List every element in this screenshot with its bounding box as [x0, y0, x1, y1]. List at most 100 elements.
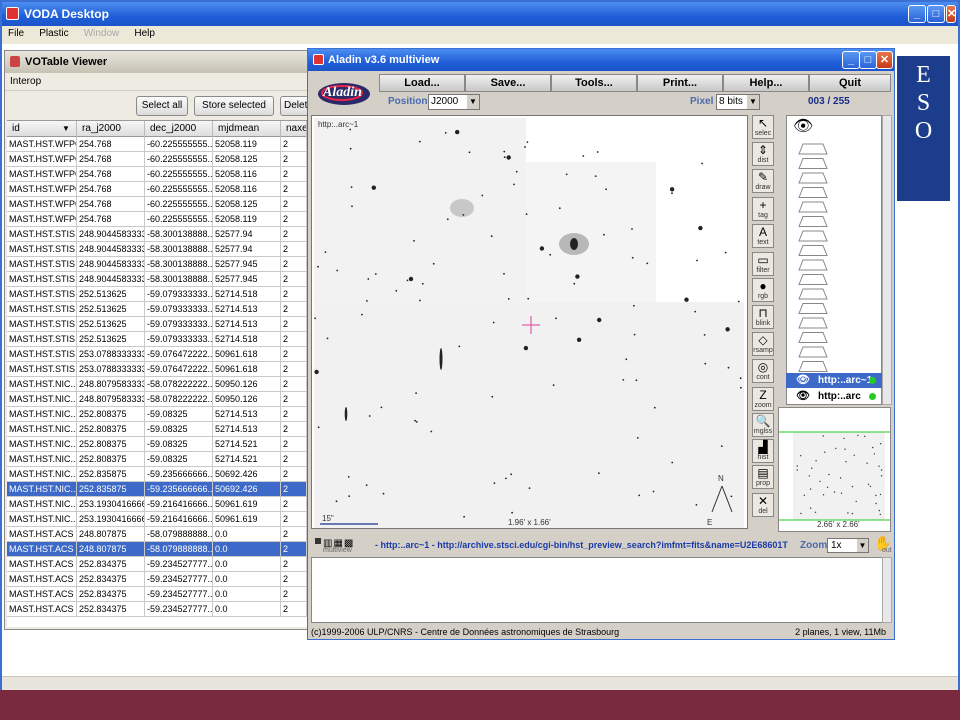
menu-plastic[interactable]: Plastic: [33, 26, 74, 41]
pixel-depth-select[interactable]: 8 bits ▼: [716, 94, 760, 110]
table-row[interactable]: MAST.HST.STIS 248.90445833333 -58.30013888…: [7, 257, 307, 272]
table-row[interactable]: MAST.HST.NIC... 252.808375 -59.08325 52714.…: [7, 452, 307, 467]
table-row[interactable]: MAST.HST.STIS 248.90445833333 -58.30013888…: [7, 227, 307, 242]
aladin-maximize-button[interactable]: □: [859, 51, 877, 69]
zoom-select[interactable]: 1x ▼: [827, 538, 869, 553]
url-bar: ▥▦▩ multiview - http:..arc~1 - http://ar…: [311, 535, 894, 554]
store-selected-button[interactable]: Store selected: [194, 96, 274, 116]
table-row[interactable]: MAST.HST.WFPC2254.768-60.225555555...520…: [7, 182, 307, 197]
table-row[interactable]: MAST.HST.STIS 248.90445833333 -58.30013888…: [7, 272, 307, 287]
menu-help[interactable]: Help: [128, 26, 161, 41]
tool-rgb[interactable]: ● rgb: [752, 278, 774, 302]
tool-blink[interactable]: ⊓ blink: [752, 305, 774, 329]
select-all-button[interactable]: Select all: [136, 96, 188, 116]
tool-draw[interactable]: ✎ draw: [752, 169, 774, 193]
console-scrollbar[interactable]: [882, 557, 892, 623]
tool-selec[interactable]: ↖ selec: [752, 115, 774, 139]
aladin-close-button[interactable]: ✕: [876, 51, 893, 69]
out-label: out: [882, 547, 892, 554]
table-row[interactable]: MAST.HST.NIC... 252.808375 -59.08325 52714.…: [7, 422, 307, 437]
tool-text[interactable]: Atext: [752, 224, 774, 248]
sky-image-view[interactable]: http:..arc~1 15" 1.96' x 1.66' N E: [311, 115, 748, 529]
table-cell: 50961.618: [213, 362, 281, 377]
table-row[interactable]: MAST.HST.STIS 252.513625 -59.079333333... 5…: [7, 332, 307, 347]
tool-dist[interactable]: ⇕ dist: [752, 142, 774, 166]
table-cell: 254.768: [77, 152, 145, 167]
eye-icon[interactable]: 👁: [796, 389, 810, 404]
tool-rsamp[interactable]: ◇ rsamp: [752, 332, 774, 356]
multiview-toggle-icon[interactable]: [315, 538, 321, 544]
table-row[interactable]: MAST.HST.STIS 253.07883333333 -59.07647222…: [7, 362, 307, 377]
table-row[interactable]: MAST.HST.WFPC2254.768-60.225555555...520…: [7, 197, 307, 212]
table-row[interactable]: MAST.HST.NIC... 248.80795833333 -58.078222…: [7, 377, 307, 392]
load-button[interactable]: Load...: [379, 74, 465, 92]
frame-select[interactable]: J2000 ▼: [428, 94, 480, 110]
tool-cont[interactable]: ◎ cont: [752, 359, 774, 383]
column-header-ra[interactable]: ra_j2000: [77, 121, 145, 137]
plane-item-2[interactable]: 👁 http:..arc: [786, 389, 882, 404]
table-cell: 2: [281, 257, 307, 272]
plane-item-1[interactable]: 👁 http:..arc~1: [786, 373, 882, 388]
tool-filter[interactable]: ▭ filter: [752, 252, 774, 276]
table-row[interactable]: MAST.HST.NIC... 253.19304166667 -59.216416…: [7, 497, 307, 512]
minimize-button[interactable]: _: [908, 5, 926, 23]
tool-prop[interactable]: ▤ prop: [752, 465, 774, 489]
table-cell: 2: [281, 287, 307, 302]
table-row[interactable]: MAST.HST.WFPC2254.768-60.225555555...520…: [7, 167, 307, 182]
table-row[interactable]: MAST.HST.ACS 252.834375 -59.234527777... 0.…: [7, 557, 307, 572]
plane-stack-scrollbar[interactable]: [882, 115, 892, 405]
table-cell: MAST.HST.NIC...: [7, 437, 77, 452]
tools-button[interactable]: Tools...: [551, 74, 637, 92]
mglss-icon: 🔍: [755, 414, 771, 428]
table-row[interactable]: MAST.HST.NIC... 253.19304166667 -59.216416…: [7, 512, 307, 527]
table-row[interactable]: MAST.HST.ACS 248.807875 -58.079888888... 0.…: [7, 527, 307, 542]
eye-icon[interactable]: 👁: [796, 373, 810, 388]
tool-tag[interactable]: + tag: [752, 197, 774, 221]
table-cell: 52577.945: [213, 257, 281, 272]
table-cell: MAST.HST.WFPC2: [7, 152, 77, 167]
tool-del[interactable]: ✕ del: [752, 493, 774, 517]
quit-button[interactable]: Quit: [809, 74, 891, 92]
table-row[interactable]: MAST.HST.NIC... 252.808375 -59.08325 52714.…: [7, 437, 307, 452]
table-row[interactable]: MAST.HST.STIS 252.513625 -59.079333333... 5…: [7, 287, 307, 302]
menu-file[interactable]: File: [2, 26, 30, 41]
column-header-dec[interactable]: dec_j2000: [145, 121, 213, 137]
aladin-titlebar[interactable]: Aladin v3.6 multiview _ □ ✕: [308, 49, 894, 71]
close-button[interactable]: ✕: [946, 5, 956, 23]
table-row[interactable]: MAST.HST.ACS 252.834375 -59.234527777... 0.…: [7, 587, 307, 602]
column-header-mjdmean[interactable]: mjdmean: [213, 121, 281, 137]
table-row[interactable]: MAST.HST.ACS 252.834375 -59.234527777... 0.…: [7, 572, 307, 587]
table-row[interactable]: MAST.HST.STIS 252.513625 -59.079333333... 5…: [7, 302, 307, 317]
desktop-titlebar[interactable]: VODA Desktop _ □ ✕: [2, 2, 958, 26]
table-row[interactable]: MAST.HST.STIS 248.90445833333 -58.30013888…: [7, 242, 307, 257]
chevron-down-icon: ▼: [747, 95, 759, 109]
table-cell: -59.079333333...: [145, 317, 213, 332]
maximize-button[interactable]: □: [927, 5, 945, 23]
table-row[interactable]: MAST.HST.STIS 252.513625 -59.079333333... 5…: [7, 317, 307, 332]
delete-button[interactable]: Delete: [280, 96, 309, 116]
thumbnail-view[interactable]: 2.66' x 2.66': [778, 407, 891, 532]
votable-titlebar[interactable]: VOTable Viewer: [5, 51, 307, 73]
aladin-minimize-button[interactable]: _: [842, 51, 860, 69]
tool-mglss[interactable]: 🔍 mglss: [752, 413, 774, 437]
table-row[interactable]: MAST.HST.NIC... 252.808375 -59.08325 52714.…: [7, 407, 307, 422]
table-row[interactable]: MAST.HST.ACS 248.807875 -58.079888888... 0.…: [7, 542, 307, 557]
table-row[interactable]: MAST.HST.WFPC2254.768-60.225555555...520…: [7, 152, 307, 167]
table-row[interactable]: MAST.HST.ACS 252.834375 -59.234527777... 0.…: [7, 602, 307, 617]
table-row[interactable]: MAST.HST.WFPC2254.768-60.225555555...520…: [7, 137, 307, 152]
console-area[interactable]: [311, 557, 885, 623]
table-row[interactable]: MAST.HST.WFPC2254.768-60.225555555...520…: [7, 212, 307, 227]
tool-hist[interactable]: ▟ hist: [752, 439, 774, 463]
print-button[interactable]: Print...: [637, 74, 723, 92]
table-row[interactable]: MAST.HST.NIC... 252.835875 -59.235666666..…: [7, 482, 307, 497]
save-button[interactable]: Save...: [465, 74, 551, 92]
help-button[interactable]: Help...: [723, 74, 809, 92]
table-row[interactable]: MAST.HST.NIC... 252.835875 -59.235666666..…: [7, 467, 307, 482]
column-header-naxes[interactable]: naxe: [281, 121, 307, 137]
status-dot-icon: [869, 393, 876, 400]
table-row[interactable]: MAST.HST.STIS 253.07883333333 -59.07647222…: [7, 347, 307, 362]
table-row[interactable]: MAST.HST.NIC... 248.80795833333 -58.078222…: [7, 392, 307, 407]
tool-zoom[interactable]: Zzoom: [752, 387, 774, 411]
column-header-id[interactable]: id ▼: [7, 121, 77, 137]
menu-interop[interactable]: Interop: [10, 76, 41, 87]
